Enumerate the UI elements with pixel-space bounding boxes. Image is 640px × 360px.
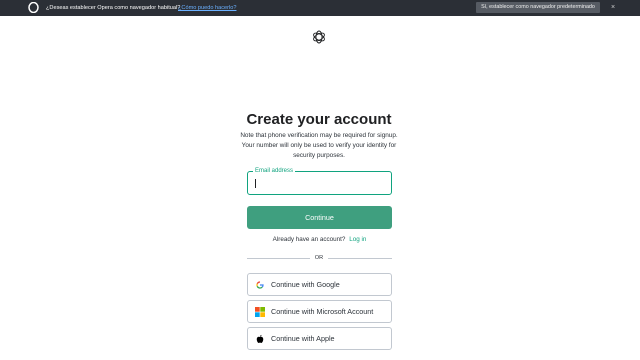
howto-link[interactable]: ¿Cómo puedo hacerlo?: [178, 5, 236, 11]
apple-button-label: Continue with Apple: [271, 334, 335, 343]
email-label: Email address: [253, 167, 296, 175]
continue-with-apple-button[interactable]: Continue with Apple: [247, 327, 392, 350]
divider-right: [328, 258, 392, 259]
email-input[interactable]: [254, 176, 386, 191]
text-cursor: [255, 179, 256, 188]
page-title: Create your account: [246, 111, 392, 128]
opera-icon: [28, 2, 39, 13]
google-button-label: Continue with Google: [271, 280, 340, 289]
or-divider-text: OR: [314, 255, 324, 261]
close-banner-icon[interactable]: ×: [609, 3, 617, 13]
apple-icon: [256, 334, 264, 343]
microsoft-icon: [255, 307, 265, 317]
banner-question: ¿Deseas establecer Opera como navegador …: [46, 5, 181, 11]
divider-left: [247, 258, 310, 259]
continue-with-google-button[interactable]: Continue with Google: [247, 273, 392, 296]
default-browser-banner: ¿Deseas establecer Opera como navegador …: [0, 0, 640, 16]
google-icon: [256, 281, 264, 289]
continue-with-microsoft-button[interactable]: Continue with Microsoft Account: [247, 300, 392, 323]
set-default-browser-button[interactable]: Sí, establecer como navegador predetermi…: [476, 2, 600, 13]
have-account-text: Already have an account?: [272, 236, 346, 243]
email-field[interactable]: Email address: [247, 167, 392, 195]
login-link[interactable]: Log in: [349, 236, 366, 243]
continue-button[interactable]: Continue: [247, 206, 392, 229]
have-account-row: Already have an account? Log in: [247, 236, 392, 243]
openai-logo-icon: [313, 30, 325, 44]
signup-note: Note that phone verification may be requ…: [240, 132, 398, 159]
microsoft-button-label: Continue with Microsoft Account: [271, 307, 374, 316]
